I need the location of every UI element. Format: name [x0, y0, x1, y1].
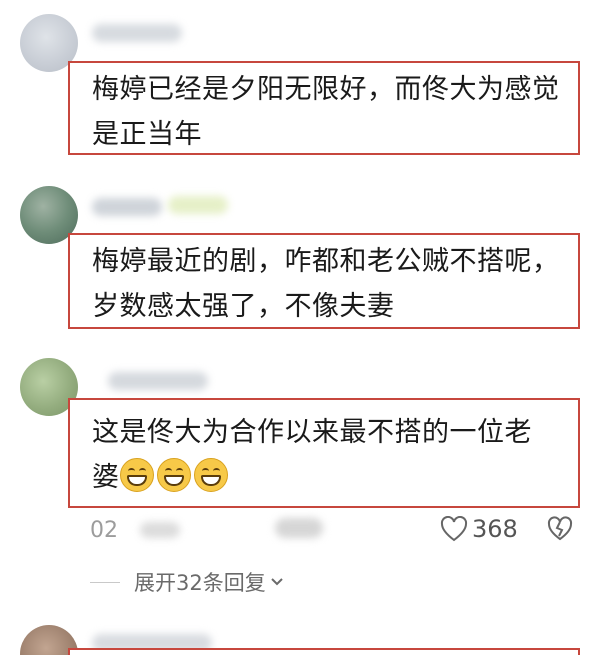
comment-meta-blurred [140, 522, 180, 538]
username-blurred[interactable] [92, 24, 182, 42]
comment-line: 是正当年 [92, 119, 202, 150]
like-count: 368 [472, 515, 518, 543]
highlighted-comment: 这是佟大为合作以来最不搭的一位老 婆 [68, 398, 580, 508]
comment-line: 岁数感太强了，不像夫妻 [92, 291, 395, 322]
highlighted-comment: 梅婷已经是夕阳无限好，而佟大为感觉 是正当年 [68, 61, 580, 155]
highlighted-comment: 梅婷最近的剧，咋都和老公贼不搭呢， 岁数感太强了，不像夫妻 [68, 233, 580, 329]
chevron-down-icon [271, 578, 283, 586]
user-badge-blurred [168, 196, 228, 214]
comment-time: 02 [90, 518, 118, 543]
comment-line: 这是佟大为合作以来最不搭的一位老 [92, 417, 532, 448]
like-button[interactable]: 368 [440, 515, 518, 543]
comment-line: 梅婷最近的剧，咋都和老公贼不搭呢， [92, 246, 560, 277]
comment-line: 梅婷已经是夕阳无限好，而佟大为感觉 [92, 74, 560, 105]
username-blurred[interactable] [108, 372, 208, 390]
highlighted-comment [68, 648, 580, 655]
broken-heart-icon[interactable] [547, 516, 573, 542]
reply-button-blurred[interactable] [275, 518, 323, 538]
comment-line-text: 婆 [92, 462, 120, 493]
comment-line: 婆 [92, 455, 564, 500]
expand-replies-label: 展开32条回复 [134, 571, 266, 595]
grin-emoji-icon [119, 458, 154, 492]
expand-replies-button[interactable]: 展开32条回复 [90, 567, 284, 597]
username-blurred[interactable] [92, 198, 162, 216]
heart-outline-icon [440, 516, 468, 542]
divider-line [90, 581, 120, 583]
grin-emoji-icon [156, 458, 191, 492]
grin-emoji-icon [193, 458, 228, 492]
